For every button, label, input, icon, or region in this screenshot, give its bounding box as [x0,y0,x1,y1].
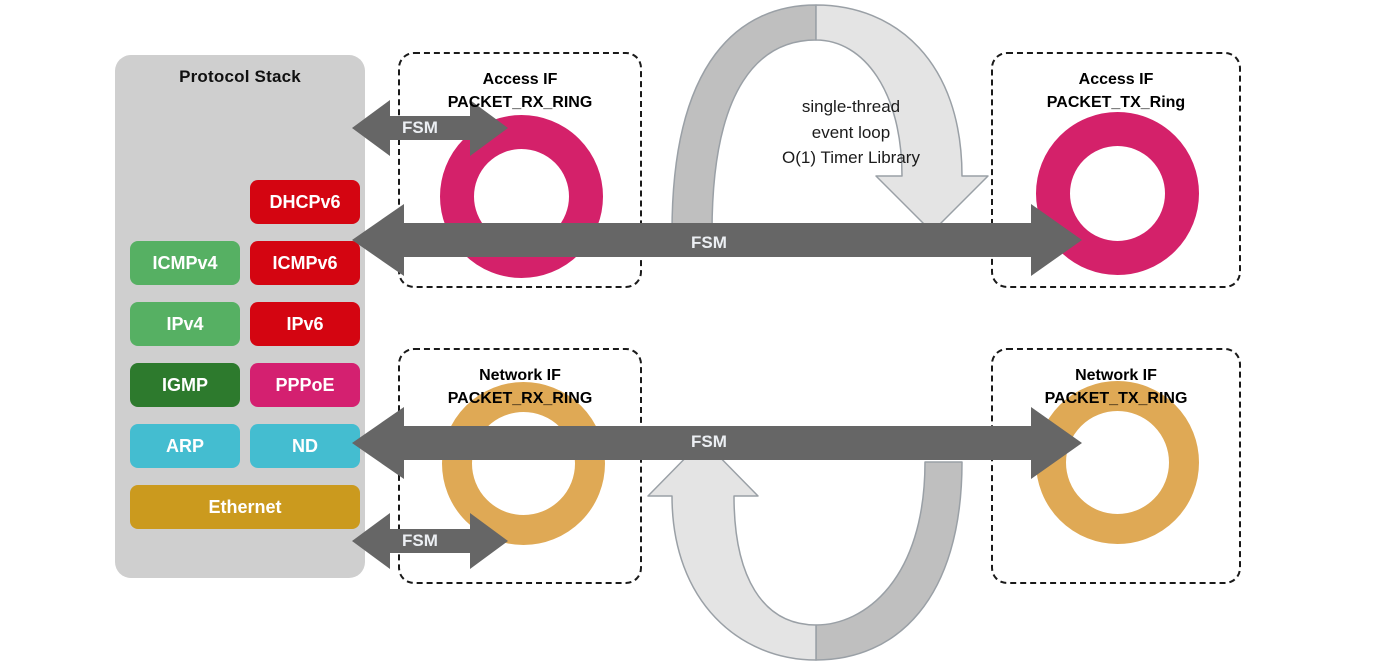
arrow-access-long-fsm [352,204,1082,276]
arrow-access-short-fsm [352,100,508,156]
arrow-network-short-fsm [352,513,508,569]
diagram-canvas: Protocol Stack DHCPv6 ICMPv4 ICMPv6 IPv4… [0,0,1377,668]
arrow-network-long-fsm [352,407,1082,479]
fsm-arrows-layer [352,100,1082,569]
